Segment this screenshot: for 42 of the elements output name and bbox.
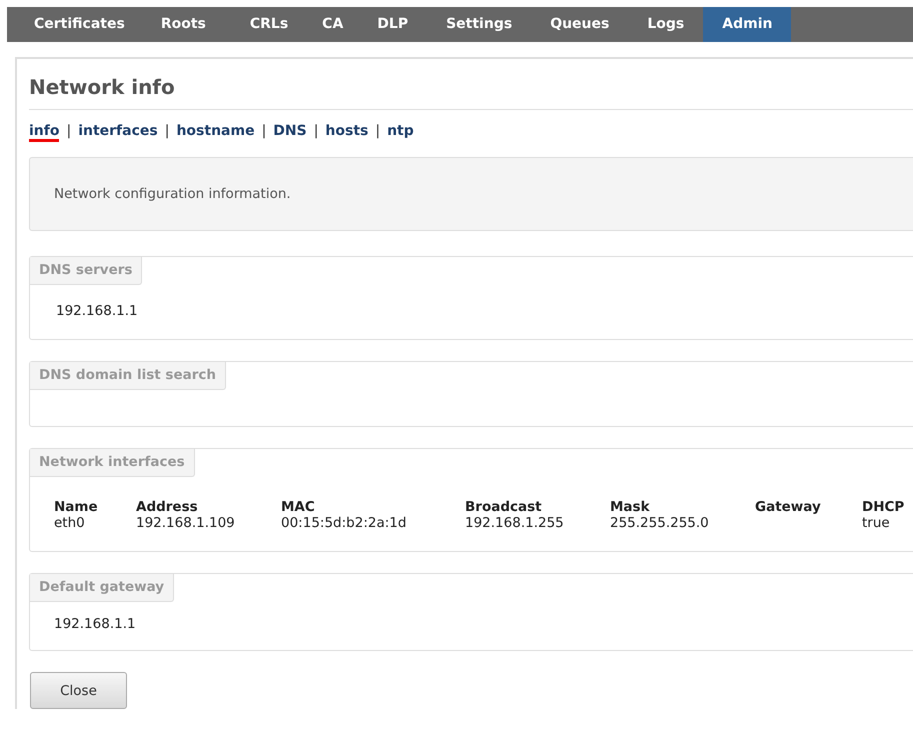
- table-cell-text: eth0: [54, 515, 86, 531]
- close-button[interactable]: Close: [30, 672, 127, 709]
- nav-tab[interactable]: Roots: [142, 7, 228, 42]
- value-text: 192.168.1.1: [55, 302, 139, 321]
- column-header: Address: [136, 499, 199, 515]
- column-header: Mask: [610, 499, 651, 515]
- nav-tab[interactable]: Logs: [628, 7, 704, 42]
- separator: |: [314, 123, 318, 139]
- separator: |: [66, 123, 72, 139]
- table-cell-text: 00:15:5d:b2:2a:1d: [281, 515, 408, 531]
- section-legend: Network interfaces: [30, 449, 195, 477]
- table-cell-text: 192.168.1.255: [465, 515, 565, 531]
- section-link[interactable]: interfaces: [78, 123, 158, 142]
- table-cell-text: true: [862, 515, 891, 531]
- separator: |: [262, 123, 266, 139]
- nav-tab[interactable]: DLP: [360, 7, 428, 42]
- section-link[interactable]: info: [29, 123, 60, 142]
- table-cell-text: 255.255.255.0: [610, 515, 710, 531]
- table-cell-text: 192.168.1.109: [136, 515, 236, 531]
- separator: |: [375, 123, 380, 139]
- section-link[interactable]: ntp: [387, 123, 414, 142]
- section-legend: DNS domain list search: [30, 362, 226, 390]
- value-text: 192.168.1.1: [53, 615, 137, 634]
- section-link[interactable]: DNS: [273, 123, 307, 142]
- nav-tab[interactable]: Settings: [427, 7, 532, 42]
- column-header: Gateway: [755, 499, 822, 515]
- section-link[interactable]: hosts: [325, 123, 368, 142]
- section-legend: Default gateway: [30, 574, 174, 602]
- nav-tab[interactable]: CRLs: [228, 7, 306, 42]
- section-legend: DNS servers: [30, 257, 142, 285]
- column-header: DHCP: [862, 499, 906, 515]
- nav-tab[interactable]: Certificates: [7, 7, 143, 42]
- nav-tab[interactable]: CA: [305, 7, 360, 42]
- nav-tab[interactable]: Admin: [703, 7, 792, 42]
- column-header: MAC: [281, 499, 316, 515]
- page-title: Network info: [29, 59, 913, 110]
- column-header: Name: [54, 499, 136, 515]
- separator: |: [164, 123, 170, 139]
- nav-tab[interactable]: Queues: [531, 7, 628, 42]
- section-link[interactable]: hostname: [176, 123, 255, 142]
- column-header: Broadcast: [465, 499, 543, 515]
- info-message: Network configuration information.: [29, 157, 913, 231]
